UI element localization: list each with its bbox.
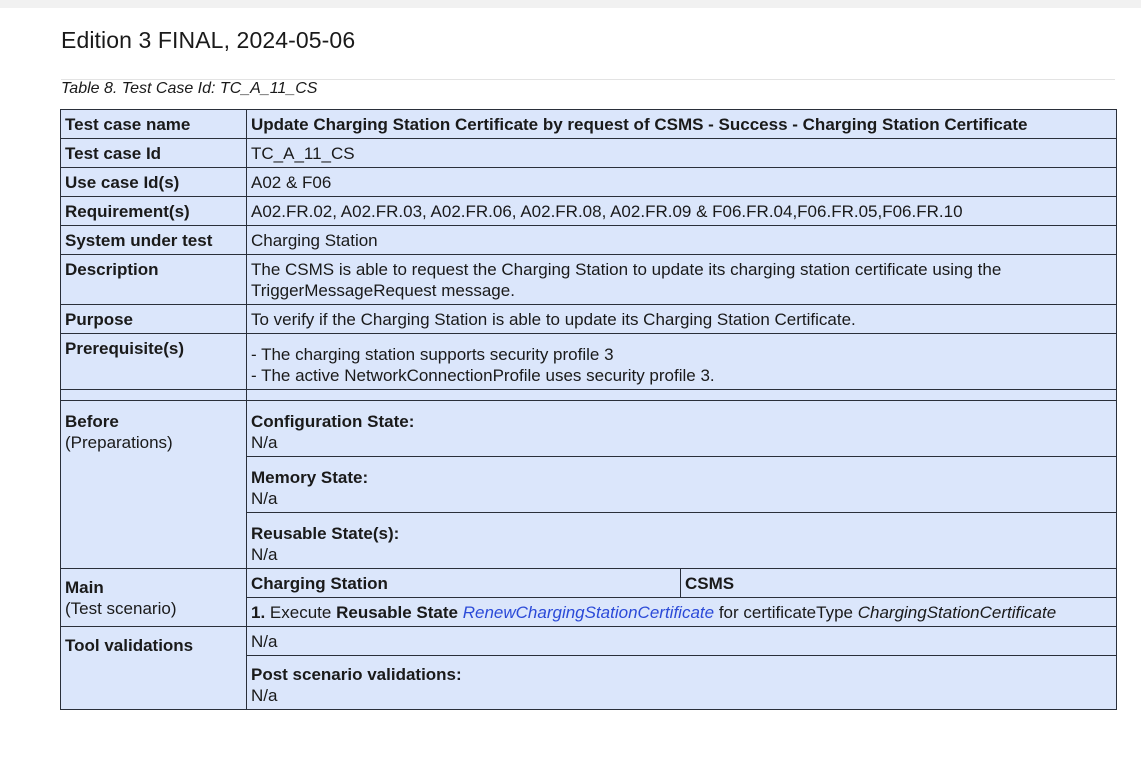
table-row: Tool validations N/a bbox=[60, 626, 1117, 710]
config-state-label: Configuration State: bbox=[251, 412, 415, 431]
post-scenario-label: Post scenario validations: bbox=[251, 665, 462, 684]
table-row: Main (Test scenario) Charging Station CS… bbox=[60, 568, 1117, 627]
requirements-value: A02.FR.02, A02.FR.03, A02.FR.06, A02.FR.… bbox=[246, 196, 1117, 226]
edition-title: Edition 3 FINAL, 2024-05-06 bbox=[61, 27, 356, 53]
prerequisite-item: - The active NetworkConnectionProfile us… bbox=[251, 366, 715, 385]
spacer-row bbox=[60, 389, 1117, 401]
test-case-id-label: Test case Id bbox=[60, 138, 247, 168]
step-execute: Execute bbox=[269, 603, 332, 622]
description-value: The CSMS is able to request the Charging… bbox=[246, 254, 1117, 305]
use-case-value: A02 & F06 bbox=[246, 167, 1117, 197]
test-case-name-label: Test case name bbox=[60, 109, 247, 139]
description-line-2: TriggerMessageRequest message. bbox=[251, 281, 515, 300]
table-row: Use case Id(s) A02 & F06 bbox=[60, 167, 1117, 197]
before-label: Before bbox=[65, 412, 119, 431]
step-reusable-state: Reusable State bbox=[336, 603, 458, 622]
table-row: Purpose To verify if the Charging Statio… bbox=[60, 304, 1117, 334]
prerequisites-label: Prerequisite(s) bbox=[60, 333, 247, 390]
reusable-state-label: Reusable State(s): bbox=[251, 524, 400, 543]
post-scenario-cell: Post scenario validations: N/a bbox=[246, 655, 1117, 710]
tool-validations-value: N/a bbox=[246, 626, 1117, 656]
config-state-value: N/a bbox=[251, 433, 278, 452]
reusable-state-cell: Reusable State(s): N/a bbox=[246, 512, 1117, 569]
use-case-label: Use case Id(s) bbox=[60, 167, 247, 197]
table-row: System under test Charging Station bbox=[60, 225, 1117, 255]
before-sublabel: (Preparations) bbox=[65, 433, 173, 452]
description-label: Description bbox=[60, 254, 247, 305]
before-label-cell: Before (Preparations) bbox=[60, 400, 247, 569]
main-sublabel: (Test scenario) bbox=[65, 599, 177, 618]
step-cert-type: ChargingStationCertificate bbox=[857, 603, 1057, 622]
purpose-value: To verify if the Charging Station is abl… bbox=[246, 304, 1117, 334]
test-case-table: Test case name Update Charging Station C… bbox=[60, 109, 1117, 710]
sut-label: System under test bbox=[60, 225, 247, 255]
table-row: Requirement(s) A02.FR.02, A02.FR.03, A02… bbox=[60, 196, 1117, 226]
step-cell: 1. Execute Reusable State RenewChargingS… bbox=[246, 597, 1117, 627]
post-scenario-value: N/a bbox=[251, 686, 278, 705]
col-charging-station: Charging Station bbox=[246, 568, 681, 598]
table-caption: Table 8. Test Case Id: TC_A_11_CS bbox=[61, 80, 318, 97]
memory-state-cell: Memory State: N/a bbox=[246, 456, 1117, 513]
purpose-label: Purpose bbox=[60, 304, 247, 334]
description-line-1: The CSMS is able to request the Charging… bbox=[251, 260, 1002, 279]
table-row: Test case Id TC_A_11_CS bbox=[60, 138, 1117, 168]
step-for: for certificateType bbox=[718, 603, 853, 622]
prerequisites-value: - The charging station supports security… bbox=[246, 333, 1117, 390]
step-number: 1. bbox=[251, 603, 266, 622]
sut-value: Charging Station bbox=[246, 225, 1117, 255]
memory-state-label: Memory State: bbox=[251, 468, 369, 487]
tool-validations-label: Tool validations bbox=[60, 626, 247, 710]
requirements-label: Requirement(s) bbox=[60, 196, 247, 226]
main-label-cell: Main (Test scenario) bbox=[60, 568, 247, 627]
prerequisite-item: - The charging station supports security… bbox=[251, 345, 614, 364]
renew-certificate-link[interactable]: RenewChargingStationCertificate bbox=[463, 603, 714, 622]
table-row: Description The CSMS is able to request … bbox=[60, 254, 1117, 305]
config-state-cell: Configuration State: N/a bbox=[246, 400, 1117, 457]
col-csms: CSMS bbox=[680, 568, 1117, 598]
top-bar bbox=[0, 0, 1141, 8]
reusable-state-value: N/a bbox=[251, 545, 278, 564]
table-row: Test case name Update Charging Station C… bbox=[60, 109, 1117, 139]
test-case-name-value: Update Charging Station Certificate by r… bbox=[246, 109, 1117, 139]
table-row: Prerequisite(s) - The charging station s… bbox=[60, 333, 1117, 390]
table-row: Before (Preparations) Configuration Stat… bbox=[60, 400, 1117, 569]
test-case-id-value: TC_A_11_CS bbox=[246, 138, 1117, 168]
main-label: Main bbox=[65, 578, 104, 597]
memory-state-value: N/a bbox=[251, 489, 278, 508]
